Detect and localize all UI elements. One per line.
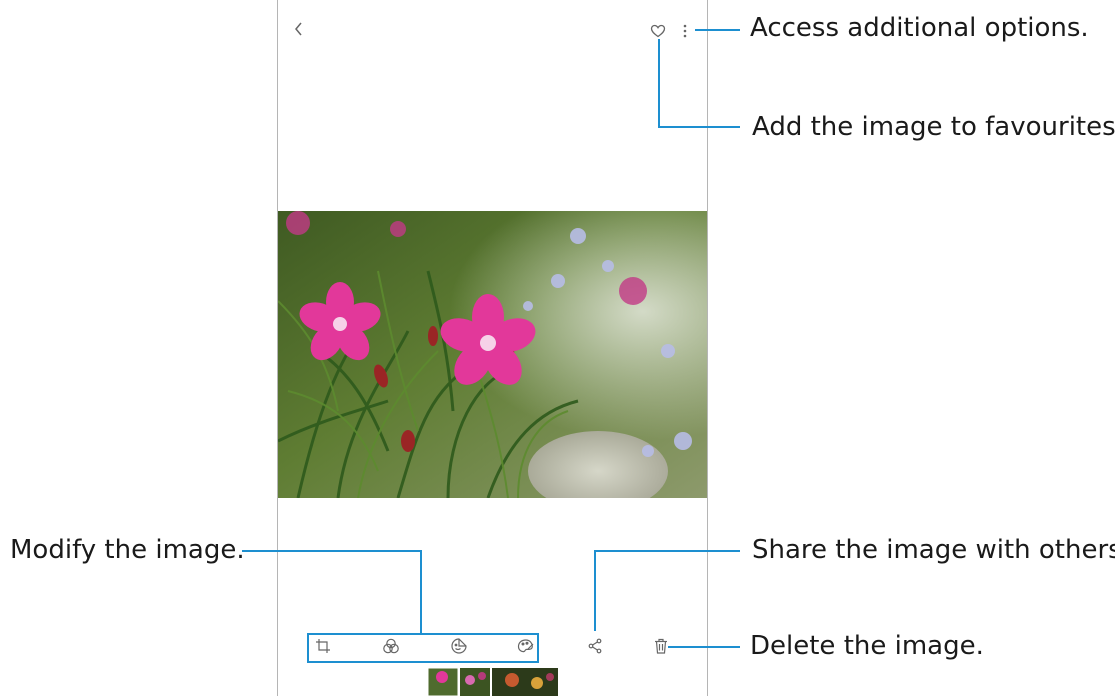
callout-modify: Modify the image. (10, 535, 245, 565)
sticker-button[interactable] (451, 638, 467, 654)
thumbnail-3[interactable] (492, 668, 558, 696)
heart-outline-icon (650, 24, 666, 38)
more-options-button[interactable] (681, 23, 689, 39)
share-button[interactable] (588, 638, 602, 654)
filter-icon (383, 638, 399, 654)
filter-button[interactable] (382, 638, 400, 654)
more-vertical-icon (683, 24, 687, 38)
thumbnail-2[interactable] (460, 668, 490, 696)
back-button[interactable] (293, 22, 305, 36)
paint-brush-icon (517, 639, 534, 653)
favourite-button[interactable] (650, 24, 666, 38)
share-icon (588, 638, 602, 654)
photo-image (278, 211, 707, 498)
sticker-icon (451, 638, 467, 654)
callout-favourite: Add the image to favourites. (752, 112, 1115, 142)
thumbnail-strip[interactable] (428, 668, 558, 696)
delete-button[interactable] (654, 638, 668, 654)
callout-delete: Delete the image. (750, 631, 984, 661)
chevron-left-icon (295, 22, 302, 36)
paint-button[interactable] (517, 638, 535, 654)
crop-button[interactable] (315, 638, 331, 654)
callout-more-options: Access additional options. (750, 13, 1089, 43)
thumbnail-1[interactable] (428, 668, 458, 696)
crop-icon (316, 639, 330, 653)
trash-icon (655, 638, 667, 654)
callout-share: Share the image with others. (752, 535, 1115, 565)
